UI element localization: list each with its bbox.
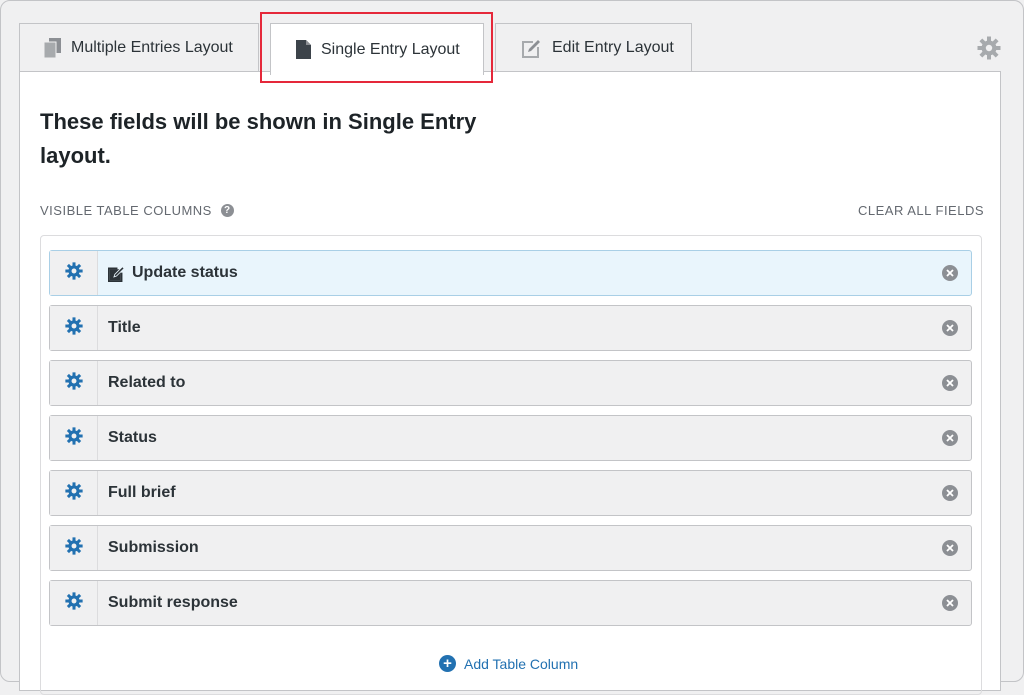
edit-document-icon <box>522 38 542 58</box>
section-label-text: VISIBLE TABLE COLUMNS <box>40 203 212 218</box>
field-label: Full brief <box>108 484 971 502</box>
tab-edit-entry-layout[interactable]: Edit Entry Layout <box>495 23 692 71</box>
gear-icon <box>64 426 83 450</box>
remove-field-icon[interactable] <box>942 320 958 336</box>
field-row-submit-response[interactable]: Submit response <box>49 580 972 626</box>
field-label: Submission <box>108 539 971 557</box>
field-settings-button[interactable] <box>50 416 98 460</box>
field-label-text: Update status <box>132 264 238 281</box>
remove-field-icon[interactable] <box>942 595 958 611</box>
field-label-text: Submit response <box>108 594 238 611</box>
remove-field-icon[interactable] <box>942 430 958 446</box>
field-settings-button[interactable] <box>50 306 98 350</box>
field-settings-button[interactable] <box>50 526 98 570</box>
gear-icon <box>64 591 83 615</box>
tab-label: Single Entry Layout <box>321 40 460 58</box>
field-settings-button[interactable] <box>50 251 98 295</box>
remove-field-icon[interactable] <box>942 265 958 281</box>
field-label: Related to <box>108 374 971 392</box>
gear-icon <box>64 536 83 560</box>
add-table-column-label: Add Table Column <box>464 655 579 672</box>
field-row-status[interactable]: Status <box>49 415 972 461</box>
documents-icon <box>44 37 61 58</box>
help-icon[interactable]: ? <box>220 204 234 217</box>
field-label-text: Related to <box>108 374 186 391</box>
gear-icon <box>64 261 83 285</box>
edit-icon <box>108 265 125 282</box>
tab-label: Edit Entry Layout <box>552 38 674 56</box>
remove-field-icon[interactable] <box>942 485 958 501</box>
plus-circle-icon: + <box>439 655 456 672</box>
field-row-submission[interactable]: Submission <box>49 525 972 571</box>
gear-icon <box>64 371 83 395</box>
field-settings-button[interactable] <box>50 471 98 515</box>
field-label-text: Submission <box>108 539 199 556</box>
page-title: These fields will be shown in Single Ent… <box>40 109 477 168</box>
field-label-text: Full brief <box>108 484 176 501</box>
field-label: Title <box>108 319 971 337</box>
section-label: VISIBLE TABLE COLUMNS ? <box>40 203 234 218</box>
field-settings-button[interactable] <box>50 581 98 625</box>
field-settings-button[interactable] <box>50 361 98 405</box>
field-list: Update status Title Related to Status Fu… <box>49 250 972 635</box>
field-row-title[interactable]: Title <box>49 305 972 351</box>
settings-gear-icon[interactable] <box>977 36 1001 65</box>
gear-icon <box>64 316 83 340</box>
field-row-update-status[interactable]: Update status <box>49 250 972 296</box>
gear-icon <box>64 481 83 505</box>
field-label-text: Title <box>108 319 141 336</box>
add-table-column-button[interactable]: + Add Table Column <box>439 655 578 672</box>
field-label: Update status <box>108 264 971 282</box>
field-label: Status <box>108 429 971 447</box>
document-icon <box>296 40 311 59</box>
field-label-text: Status <box>108 429 157 446</box>
remove-field-icon[interactable] <box>942 540 958 556</box>
field-row-full-brief[interactable]: Full brief <box>49 470 972 516</box>
clear-all-fields-link[interactable]: CLEAR ALL FIELDS <box>858 203 984 218</box>
remove-field-icon[interactable] <box>942 375 958 391</box>
field-label: Submit response <box>108 594 971 612</box>
tab-single-entry-layout[interactable]: Single Entry Layout <box>270 23 484 75</box>
tab-multiple-entries-layout[interactable]: Multiple Entries Layout <box>19 23 259 71</box>
field-row-related-to[interactable]: Related to <box>49 360 972 406</box>
tab-label: Multiple Entries Layout <box>71 38 233 56</box>
